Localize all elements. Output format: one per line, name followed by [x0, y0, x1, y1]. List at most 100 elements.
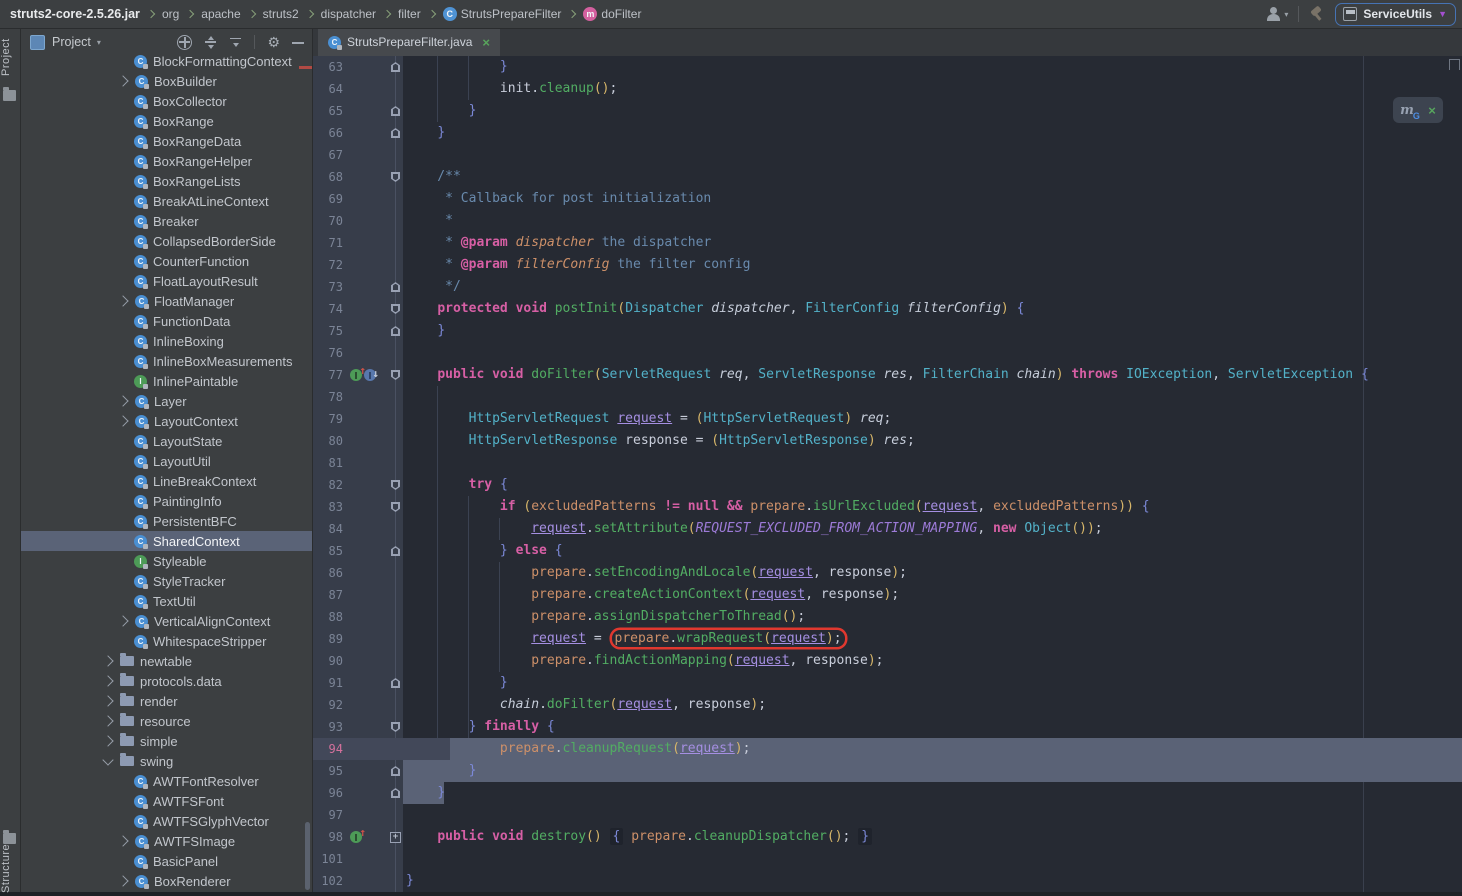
code-line[interactable]: 96 } [312, 782, 1462, 804]
breadcrumb-item[interactable]: apache [201, 7, 240, 21]
tree-item[interactable]: render [20, 691, 312, 711]
collapse-all-icon[interactable] [229, 36, 242, 49]
code-line[interactable]: 77↑↓ public void doFilter(ServletRequest… [312, 364, 1462, 386]
tree-item[interactable]: CBasicPanel [20, 851, 312, 871]
tree-item[interactable]: CInlineBoxing [20, 331, 312, 351]
code-line[interactable]: 75 } [312, 320, 1462, 342]
tree-item[interactable]: CAWTFSFont [20, 791, 312, 811]
code-line[interactable]: 69 * Callback for post initialization [312, 188, 1462, 210]
tree-item[interactable]: CFunctionData [20, 311, 312, 331]
chevron-right-icon[interactable] [102, 675, 113, 686]
tree-item[interactable]: simple [20, 731, 312, 751]
fold-marker-icon[interactable] [391, 172, 400, 182]
code-line[interactable]: 79 HttpServletRequest request = (HttpSer… [312, 408, 1462, 430]
tree-item[interactable]: CLayoutState [20, 431, 312, 451]
overridden-method-icon[interactable]: ↓ [364, 369, 376, 381]
breadcrumb-item[interactable]: org [162, 7, 179, 21]
fold-marker-icon[interactable] [391, 766, 400, 776]
fold-marker-icon[interactable] [391, 282, 400, 292]
tree-item[interactable]: CCollapsedBorderSide [20, 231, 312, 251]
run-configuration-select[interactable]: ServiceUtils ▼ [1335, 3, 1456, 26]
tree-item[interactable]: CBoxCollector [20, 91, 312, 111]
user-menu-button[interactable]: ▾ [1266, 7, 1288, 21]
fold-marker-icon[interactable] [391, 502, 400, 512]
build-hammer-icon[interactable] [1309, 6, 1325, 22]
fold-marker-icon[interactable] [391, 546, 400, 556]
tree-item[interactable]: resource [20, 711, 312, 731]
tree-item[interactable]: CBlockFormattingContext [20, 51, 312, 71]
code-line[interactable]: 67 [312, 144, 1462, 166]
tree-item[interactable]: CBoxBuilder [20, 71, 312, 91]
chevron-right-icon[interactable] [117, 395, 128, 406]
code-area[interactable]: 63 }64 init.cleanup();65 }66 }6768 /**69… [312, 56, 1462, 892]
close-icon[interactable]: × [482, 35, 490, 50]
chevron-right-icon[interactable] [102, 715, 113, 726]
code-line[interactable]: 73 */ [312, 276, 1462, 298]
breadcrumb-item[interactable]: dispatcher [321, 7, 376, 21]
bookmark-icon[interactable] [1449, 59, 1460, 70]
close-icon[interactable]: × [1428, 103, 1436, 118]
fold-marker-icon[interactable] [391, 106, 400, 116]
fold-marker-icon[interactable] [391, 480, 400, 490]
tree-item[interactable]: CLayer [20, 391, 312, 411]
editor-tab[interactable]: C StrutsPrepareFilter.java × [318, 28, 500, 56]
tree-item[interactable]: CFloatManager [20, 291, 312, 311]
fold-marker-icon[interactable] [391, 788, 400, 798]
project-scrollbar-thumb[interactable] [305, 822, 310, 890]
locate-file-icon[interactable] [177, 35, 192, 50]
tree-item[interactable]: CWhitespaceStripper [20, 631, 312, 651]
tree-item[interactable]: CCounterFunction [20, 251, 312, 271]
tree-item[interactable]: CLineBreakContext [20, 471, 312, 491]
tree-item[interactable]: CPaintingInfo [20, 491, 312, 511]
code-line[interactable]: 63 } [312, 56, 1462, 78]
breadcrumb-class[interactable]: CStrutsPrepareFilter [443, 7, 562, 21]
tree-item[interactable]: CBreakAtLineContext [20, 191, 312, 211]
tree-item[interactable]: CPersistentBFC [20, 511, 312, 531]
code-line[interactable]: 68 /** [312, 166, 1462, 188]
code-line[interactable]: 70 * [312, 210, 1462, 232]
code-line[interactable]: 86 prepare.setEncodingAndLocale(request,… [312, 562, 1462, 584]
chevron-right-icon[interactable] [117, 875, 128, 886]
code-line[interactable]: 76 [312, 342, 1462, 364]
structure-stripe-tab[interactable]: Structure [0, 840, 20, 896]
tree-item[interactable]: CSharedContext [20, 531, 312, 551]
project-panel-title[interactable]: Project [52, 35, 91, 49]
code-line[interactable]: 85 } else { [312, 540, 1462, 562]
code-line[interactable]: 83 if (excludedPatterns != null && prepa… [312, 496, 1462, 518]
fold-marker-icon[interactable] [391, 722, 400, 732]
code-line[interactable]: 84 request.setAttribute(REQUEST_EXCLUDED… [312, 518, 1462, 540]
code-line[interactable]: 91 } [312, 672, 1462, 694]
code-line[interactable]: 64 init.cleanup(); [312, 78, 1462, 100]
fold-marker-icon[interactable] [391, 128, 400, 138]
code-line[interactable]: 92 chain.doFilter(request, response); [312, 694, 1462, 716]
chevron-right-icon[interactable] [117, 75, 128, 86]
fold-marker-icon[interactable] [391, 326, 400, 336]
tree-item[interactable]: CBreaker [20, 211, 312, 231]
tree-item[interactable]: CBoxRange [20, 111, 312, 131]
tree-item[interactable]: CLayoutContext [20, 411, 312, 431]
chevron-right-icon[interactable] [117, 835, 128, 846]
tree-item[interactable]: IInlinePaintable [20, 371, 312, 391]
code-line[interactable]: 98↑+ public void destroy() { prepare.cle… [312, 826, 1462, 848]
code-line[interactable]: 72 * @param filterConfig the filter conf… [312, 254, 1462, 276]
code-line[interactable]: 101 [312, 848, 1462, 870]
method-hint-widget[interactable]: mG × [1393, 97, 1443, 123]
chevron-right-icon[interactable] [102, 735, 113, 746]
code-line[interactable]: 88 prepare.assignDispatcherToThread(); [312, 606, 1462, 628]
gear-icon[interactable]: ⚙ [267, 36, 280, 49]
code-line[interactable]: 65 } [312, 100, 1462, 122]
project-tool-icon[interactable] [3, 90, 16, 101]
chevron-right-icon[interactable] [117, 615, 128, 626]
tree-item[interactable]: CInlineBoxMeasurements [20, 351, 312, 371]
chevron-down-icon[interactable] [102, 754, 113, 765]
code-line[interactable]: 94 prepare.cleanupRequest(request); [312, 738, 1462, 760]
code-line[interactable]: 78 [312, 386, 1462, 408]
breadcrumb-method[interactable]: mdoFilter [583, 7, 641, 21]
breadcrumb-jar[interactable]: struts2-core-2.5.26.jar [10, 7, 140, 21]
fold-marker-icon[interactable] [391, 678, 400, 688]
tree-item[interactable]: CBoxRangeLists [20, 171, 312, 191]
tree-item[interactable]: CBoxRenderer [20, 871, 312, 891]
code-line[interactable]: 74 protected void postInit(Dispatcher di… [312, 298, 1462, 320]
tree-item[interactable]: CAWTFontResolver [20, 771, 312, 791]
code-line[interactable]: 87 prepare.createActionContext(request, … [312, 584, 1462, 606]
